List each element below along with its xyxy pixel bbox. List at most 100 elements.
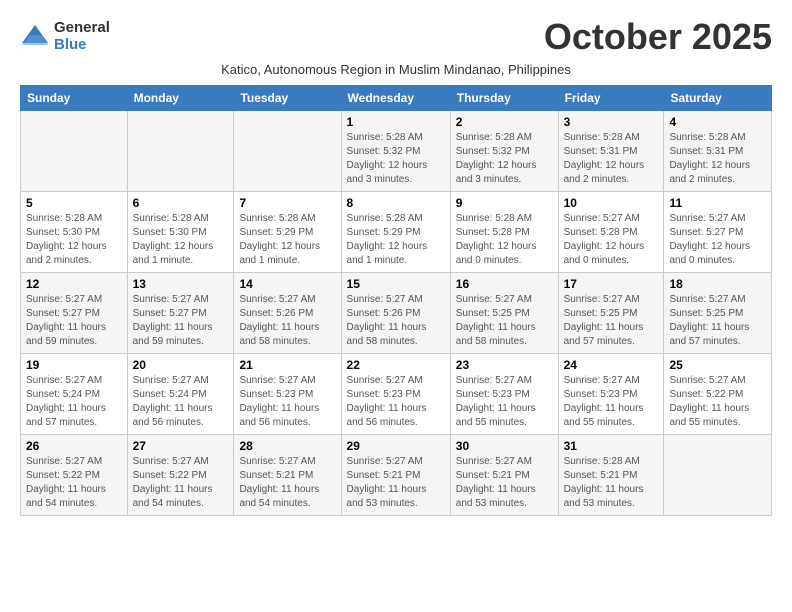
day-number: 9 <box>456 196 553 210</box>
table-row: 9 Sunrise: 5:28 AMSunset: 5:28 PMDaylight… <box>450 192 558 273</box>
day-info: Sunrise: 5:28 AMSunset: 5:29 PMDaylight:… <box>239 212 335 268</box>
header-thursday: Thursday <box>450 86 558 111</box>
table-row <box>21 111 128 192</box>
header-saturday: Saturday <box>664 86 772 111</box>
table-row: 31Sunrise: 5:28 AMSunset: 5:21 PMDayligh… <box>558 435 664 516</box>
day-number: 23 <box>456 358 553 372</box>
logo-general-text: General <box>54 20 110 37</box>
day-number: 19 <box>26 358 122 372</box>
day-number: 1 <box>347 115 445 129</box>
table-row: 5Sunrise: 5:28 AMSunset: 5:30 PMDaylight… <box>21 192 128 273</box>
week-row-5: 26 Sunrise: 5:27 AMSunset: 5:22 PMDayligh… <box>21 435 772 516</box>
table-row <box>127 111 234 192</box>
logo-text: General Blue <box>54 20 110 53</box>
day-info: Sunrise: 5:27 AMSunset: 5:22 PMDaylight:… <box>26 455 122 511</box>
day-info: Sunrise: 5:27 AMSunset: 5:26 PMDaylight:… <box>347 293 445 349</box>
day-number: 11 <box>669 196 766 210</box>
day-info: Sunrise: 5:27 AMSunset: 5:24 PMDaylight:… <box>133 374 229 430</box>
day-info: Sunrise: 5:28 AMSunset: 5:28 PMDaylight:… <box>456 212 553 268</box>
day-number: 16 <box>456 277 553 291</box>
day-number: 13 <box>133 277 229 291</box>
table-row: 11 Sunrise: 5:27 AMSunset: 5:27 PMDayligh… <box>664 192 772 273</box>
table-row: 15Sunrise: 5:27 AMSunset: 5:26 PMDayligh… <box>341 273 450 354</box>
table-row <box>234 111 341 192</box>
subtitle: Katico, Autonomous Region in Muslim Mind… <box>20 62 772 77</box>
table-row: 30 Sunrise: 5:27 AMSunset: 5:21 PMDayligh… <box>450 435 558 516</box>
weekday-header-row: Sunday Monday Tuesday Wednesday Thursday… <box>21 86 772 111</box>
table-row: 16 Sunrise: 5:27 AMSunset: 5:25 PMDayligh… <box>450 273 558 354</box>
table-row: 21Sunrise: 5:27 AMSunset: 5:23 PMDayligh… <box>234 354 341 435</box>
logo-icon <box>20 23 50 51</box>
day-number: 20 <box>133 358 229 372</box>
table-row: 25Sunrise: 5:27 AMSunset: 5:22 PMDayligh… <box>664 354 772 435</box>
day-number: 3 <box>564 115 659 129</box>
day-number: 2 <box>456 115 553 129</box>
day-info: Sunrise: 5:27 AMSunset: 5:25 PMDaylight:… <box>456 293 553 349</box>
day-number: 31 <box>564 439 659 453</box>
table-row: 1 Sunrise: 5:28 AMSunset: 5:32 PMDaylight… <box>341 111 450 192</box>
week-row-4: 19 Sunrise: 5:27 AMSunset: 5:24 PMDayligh… <box>21 354 772 435</box>
table-row: 23 Sunrise: 5:27 AMSunset: 5:23 PMDayligh… <box>450 354 558 435</box>
day-info: Sunrise: 5:28 AMSunset: 5:32 PMDaylight:… <box>347 131 445 187</box>
table-row: 24 Sunrise: 5:27 AMSunset: 5:23 PMDayligh… <box>558 354 664 435</box>
table-row: 8 Sunrise: 5:28 AMSunset: 5:29 PMDaylight… <box>341 192 450 273</box>
day-info: Sunrise: 5:27 AMSunset: 5:25 PMDaylight:… <box>669 293 766 349</box>
day-info: Sunrise: 5:27 AMSunset: 5:21 PMDaylight:… <box>239 455 335 511</box>
table-row <box>664 435 772 516</box>
day-info: Sunrise: 5:28 AMSunset: 5:31 PMDaylight:… <box>564 131 659 187</box>
table-row: 6 Sunrise: 5:28 AMSunset: 5:30 PMDaylight… <box>127 192 234 273</box>
day-number: 27 <box>133 439 229 453</box>
day-info: Sunrise: 5:27 AMSunset: 5:23 PMDaylight:… <box>456 374 553 430</box>
day-number: 7 <box>239 196 335 210</box>
calendar-table: Sunday Monday Tuesday Wednesday Thursday… <box>20 85 772 516</box>
table-row: 26 Sunrise: 5:27 AMSunset: 5:22 PMDayligh… <box>21 435 128 516</box>
day-number: 4 <box>669 115 766 129</box>
table-row: 28 Sunrise: 5:27 AMSunset: 5:21 PMDayligh… <box>234 435 341 516</box>
week-row-3: 12 Sunrise: 5:27 AMSunset: 5:27 PMDayligh… <box>21 273 772 354</box>
day-info: Sunrise: 5:27 AMSunset: 5:22 PMDaylight:… <box>133 455 229 511</box>
day-number: 29 <box>347 439 445 453</box>
month-title: October 2025 <box>544 16 772 58</box>
day-info: Sunrise: 5:27 AMSunset: 5:21 PMDaylight:… <box>347 455 445 511</box>
day-info: Sunrise: 5:27 AMSunset: 5:27 PMDaylight:… <box>669 212 766 268</box>
day-info: Sunrise: 5:28 AMSunset: 5:32 PMDaylight:… <box>456 131 553 187</box>
table-row: 17Sunrise: 5:27 AMSunset: 5:25 PMDayligh… <box>558 273 664 354</box>
header-wednesday: Wednesday <box>341 86 450 111</box>
day-info: Sunrise: 5:27 AMSunset: 5:23 PMDaylight:… <box>239 374 335 430</box>
table-row: 12Sunrise: 5:27 AMSunset: 5:27 PMDayligh… <box>21 273 128 354</box>
table-row: 20 Sunrise: 5:27 AMSunset: 5:24 PMDayligh… <box>127 354 234 435</box>
header-monday: Monday <box>127 86 234 111</box>
day-info: Sunrise: 5:27 AMSunset: 5:25 PMDaylight:… <box>564 293 659 349</box>
day-info: Sunrise: 5:27 AMSunset: 5:23 PMDaylight:… <box>564 374 659 430</box>
header-friday: Friday <box>558 86 664 111</box>
day-info: Sunrise: 5:27 AMSunset: 5:22 PMDaylight:… <box>669 374 766 430</box>
day-number: 22 <box>347 358 445 372</box>
table-row: 7 Sunrise: 5:28 AMSunset: 5:29 PMDaylight… <box>234 192 341 273</box>
page: General Blue October 2025 Katico, Autono… <box>0 0 792 612</box>
day-number: 12 <box>26 277 122 291</box>
day-number: 28 <box>239 439 335 453</box>
day-info: Sunrise: 5:28 AMSunset: 5:29 PMDaylight:… <box>347 212 445 268</box>
day-info: Sunrise: 5:28 AMSunset: 5:30 PMDaylight:… <box>133 212 229 268</box>
day-info: Sunrise: 5:27 AMSunset: 5:21 PMDaylight:… <box>456 455 553 511</box>
header-tuesday: Tuesday <box>234 86 341 111</box>
day-info: Sunrise: 5:27 AMSunset: 5:24 PMDaylight:… <box>26 374 122 430</box>
header-sunday: Sunday <box>21 86 128 111</box>
day-number: 24 <box>564 358 659 372</box>
day-number: 8 <box>347 196 445 210</box>
week-row-1: 1 Sunrise: 5:28 AMSunset: 5:32 PMDaylight… <box>21 111 772 192</box>
day-info: Sunrise: 5:27 AMSunset: 5:26 PMDaylight:… <box>239 293 335 349</box>
table-row: 22Sunrise: 5:27 AMSunset: 5:23 PMDayligh… <box>341 354 450 435</box>
day-number: 10 <box>564 196 659 210</box>
day-number: 6 <box>133 196 229 210</box>
day-number: 30 <box>456 439 553 453</box>
day-info: Sunrise: 5:27 AMSunset: 5:27 PMDaylight:… <box>133 293 229 349</box>
table-row: 4Sunrise: 5:28 AMSunset: 5:31 PMDaylight… <box>664 111 772 192</box>
day-number: 5 <box>26 196 122 210</box>
week-row-2: 5 Sunrise: 5:28 AMSunset: 5:30 PMDaylight… <box>21 192 772 273</box>
day-number: 26 <box>26 439 122 453</box>
table-row: 14Sunrise: 5:27 AMSunset: 5:26 PMDayligh… <box>234 273 341 354</box>
table-row: 18Sunrise: 5:27 AMSunset: 5:25 PMDayligh… <box>664 273 772 354</box>
header: General Blue October 2025 <box>20 16 772 58</box>
table-row: 19 Sunrise: 5:27 AMSunset: 5:24 PMDayligh… <box>21 354 128 435</box>
